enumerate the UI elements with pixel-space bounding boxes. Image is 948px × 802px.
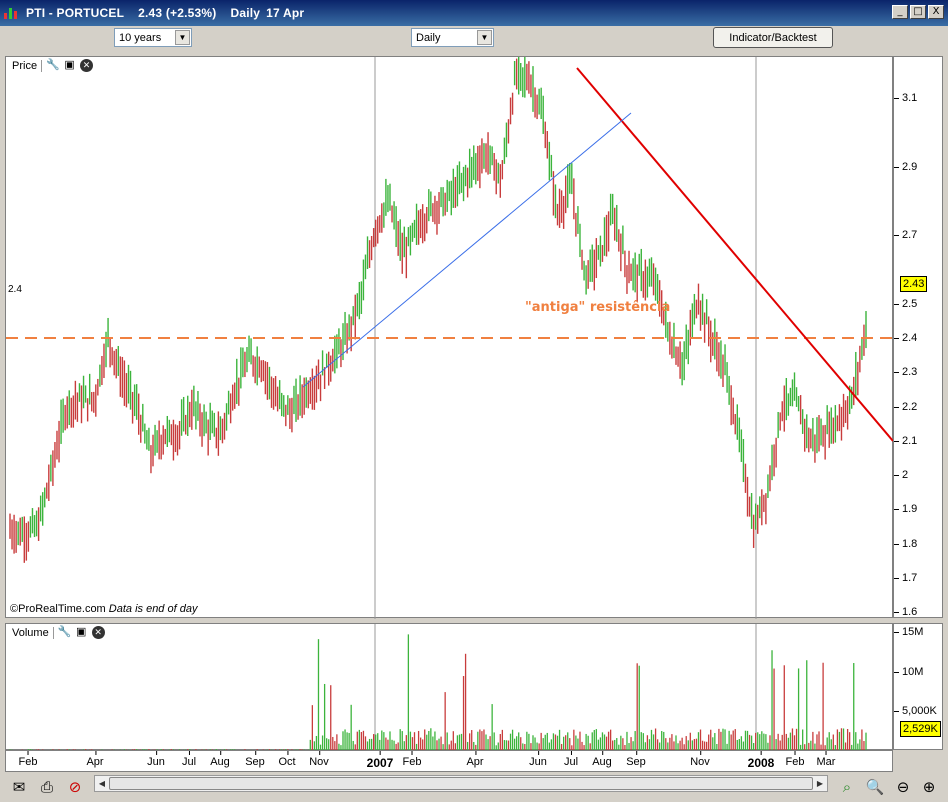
price-tick-label: 2.9 [893, 160, 918, 173]
chevron-down-icon[interactable]: ▼ [477, 30, 492, 45]
chart-search-icon[interactable]: ⌕ [836, 776, 858, 798]
time-tick-label: Nov [309, 751, 329, 768]
time-tick-label: Jul [563, 751, 579, 768]
price-tick-label: 2 [893, 469, 909, 482]
time-tick-label: Mar [816, 751, 836, 768]
window-title: PTI - PORTUCEL [26, 6, 125, 20]
wrench-icon[interactable]: 🔧 [58, 626, 72, 639]
time-tick-label: Apr [466, 751, 484, 768]
volume-axis: 15M 10M 5,000K 2,529K [893, 623, 943, 750]
time-tick-label: Jun [147, 751, 165, 768]
no-zoom-icon[interactable]: ⊘ [64, 776, 86, 798]
scroll-left-icon[interactable]: ◀ [95, 776, 109, 791]
close-button[interactable]: X [928, 5, 944, 19]
price-tick-label: 1.8 [893, 537, 918, 550]
volume-panel-title: Volume [12, 626, 49, 639]
time-tick-label: Feb [18, 751, 38, 768]
price-chart-panel[interactable]: Price 🔧 ▣ ✕ 2.4 "antiga" resistência ©Pr… [5, 56, 894, 619]
time-tick-label: 2007 [366, 751, 394, 770]
price-tick-label: 1.9 [893, 503, 918, 516]
interval-select[interactable]: Daily ▼ [411, 28, 494, 47]
time-tick-label: Nov [690, 751, 710, 768]
indicator-backtest-button[interactable]: Indicator/Backtest [713, 27, 833, 48]
interval-value: Daily [416, 31, 441, 44]
chevron-down-icon[interactable]: ▼ [175, 30, 190, 45]
volume-chart-canvas [9, 624, 867, 751]
zoom-out-icon[interactable]: ⊖ [892, 776, 914, 798]
volume-panel-header: Volume 🔧 ▣ ✕ [12, 626, 105, 639]
time-tick-label: 2008 [747, 751, 775, 770]
price-tick-label: 2.7 [893, 229, 918, 242]
window-icon[interactable]: ▣ [75, 626, 88, 639]
wrench-icon[interactable]: 🔧 [46, 59, 60, 72]
toolbar: 10 years ▼ Daily ▼ Indicator/Backtest [0, 26, 948, 53]
volume-tick-label: 15M [893, 625, 924, 638]
maximize-button[interactable]: □ [910, 5, 926, 19]
period-select[interactable]: 10 years ▼ [114, 28, 192, 47]
scroll-right-icon[interactable]: ▶ [813, 776, 827, 791]
price-tick-label: 2.3 [893, 366, 918, 379]
price-tick-label: 2.2 [893, 400, 918, 413]
price-tick-label: 1.7 [893, 571, 918, 584]
volume-last-badge: 2,529K [900, 721, 941, 737]
time-tick-label: Apr [86, 751, 104, 768]
price-tick-label: 2.5 [893, 297, 918, 310]
watermark-brand: ©ProRealTime.com [10, 603, 106, 615]
zoom-in-icon[interactable]: ⊕ [918, 776, 940, 798]
period-value: 10 years [119, 31, 162, 44]
price-chart-canvas [6, 57, 894, 619]
last-price: 2.43 (+2.53%) [138, 6, 217, 20]
time-tick-label: Aug [210, 751, 230, 768]
time-tick-label: Sep [626, 751, 646, 768]
price-panel-title: Price [12, 59, 38, 72]
time-tick-label: Feb [402, 751, 422, 768]
watermark-note: Data is end of day [108, 603, 198, 615]
time-axis: Feb Apr Jun Jul Aug Sep Oct Nov 2007 Feb Apr Jun Jul… [5, 750, 893, 772]
frequency-label: Daily [230, 6, 261, 20]
time-tick-label: Jun [529, 751, 547, 768]
print-icon[interactable]: ⎙ [36, 776, 58, 798]
time-tick-label: Sep [245, 751, 265, 768]
resistance-annotation: "antiga" resistência [525, 300, 671, 315]
price-tick-label: 1.6 [893, 606, 918, 619]
time-tick-label: Jul [181, 751, 197, 768]
close-icon[interactable]: ✕ [80, 59, 94, 72]
volume-tick-label: 10M [893, 665, 924, 678]
minimize-button[interactable]: _ [892, 5, 908, 19]
price-panel-header: Price 🔧 ▣ ✕ [12, 59, 94, 72]
window-icon[interactable]: ▣ [63, 59, 76, 72]
scrollbar-thumb[interactable] [109, 777, 813, 790]
zoom-search-icon[interactable]: 🔍 [864, 776, 886, 798]
date-label: 17 Apr [266, 6, 305, 20]
price-tick-label: 3.1 [893, 92, 918, 105]
mail-icon[interactable]: ✉ [8, 776, 30, 798]
price-tick-label: 2.4 [893, 332, 918, 344]
resistance-level-label: 2.4 [8, 284, 22, 295]
time-tick-label: Aug [592, 751, 612, 768]
price-axis: 3.1 2.9 2.7 2.5 2.4 2.3 2.2 2.1 2 1.9 1.8 1.7 1.6 2.… [893, 56, 943, 618]
price-tick-label: 2.1 [893, 434, 918, 447]
price-last-badge: 2.43 [900, 276, 928, 292]
time-tick-label: Oct [278, 751, 296, 768]
status-bar: ✉ ⎙ ⊘ ◀ ▶ ⌕ 🔍 ⊖ ⊕ [0, 772, 948, 802]
volume-chart-panel[interactable]: Volume 🔧 ▣ ✕ [5, 623, 893, 751]
volume-tick-label: 5,000K [894, 705, 937, 718]
time-tick-label: Feb [785, 751, 805, 768]
window-title-bar: PTI - PORTUCEL 2.43 (+2.53%) Daily 17 Ap… [0, 0, 948, 26]
close-icon[interactable]: ✕ [91, 626, 105, 639]
time-scrollbar[interactable]: ◀ ▶ [94, 775, 828, 792]
watermark: ©ProRealTime.com Data is end of day [10, 603, 197, 615]
chart-app-icon [4, 7, 20, 19]
